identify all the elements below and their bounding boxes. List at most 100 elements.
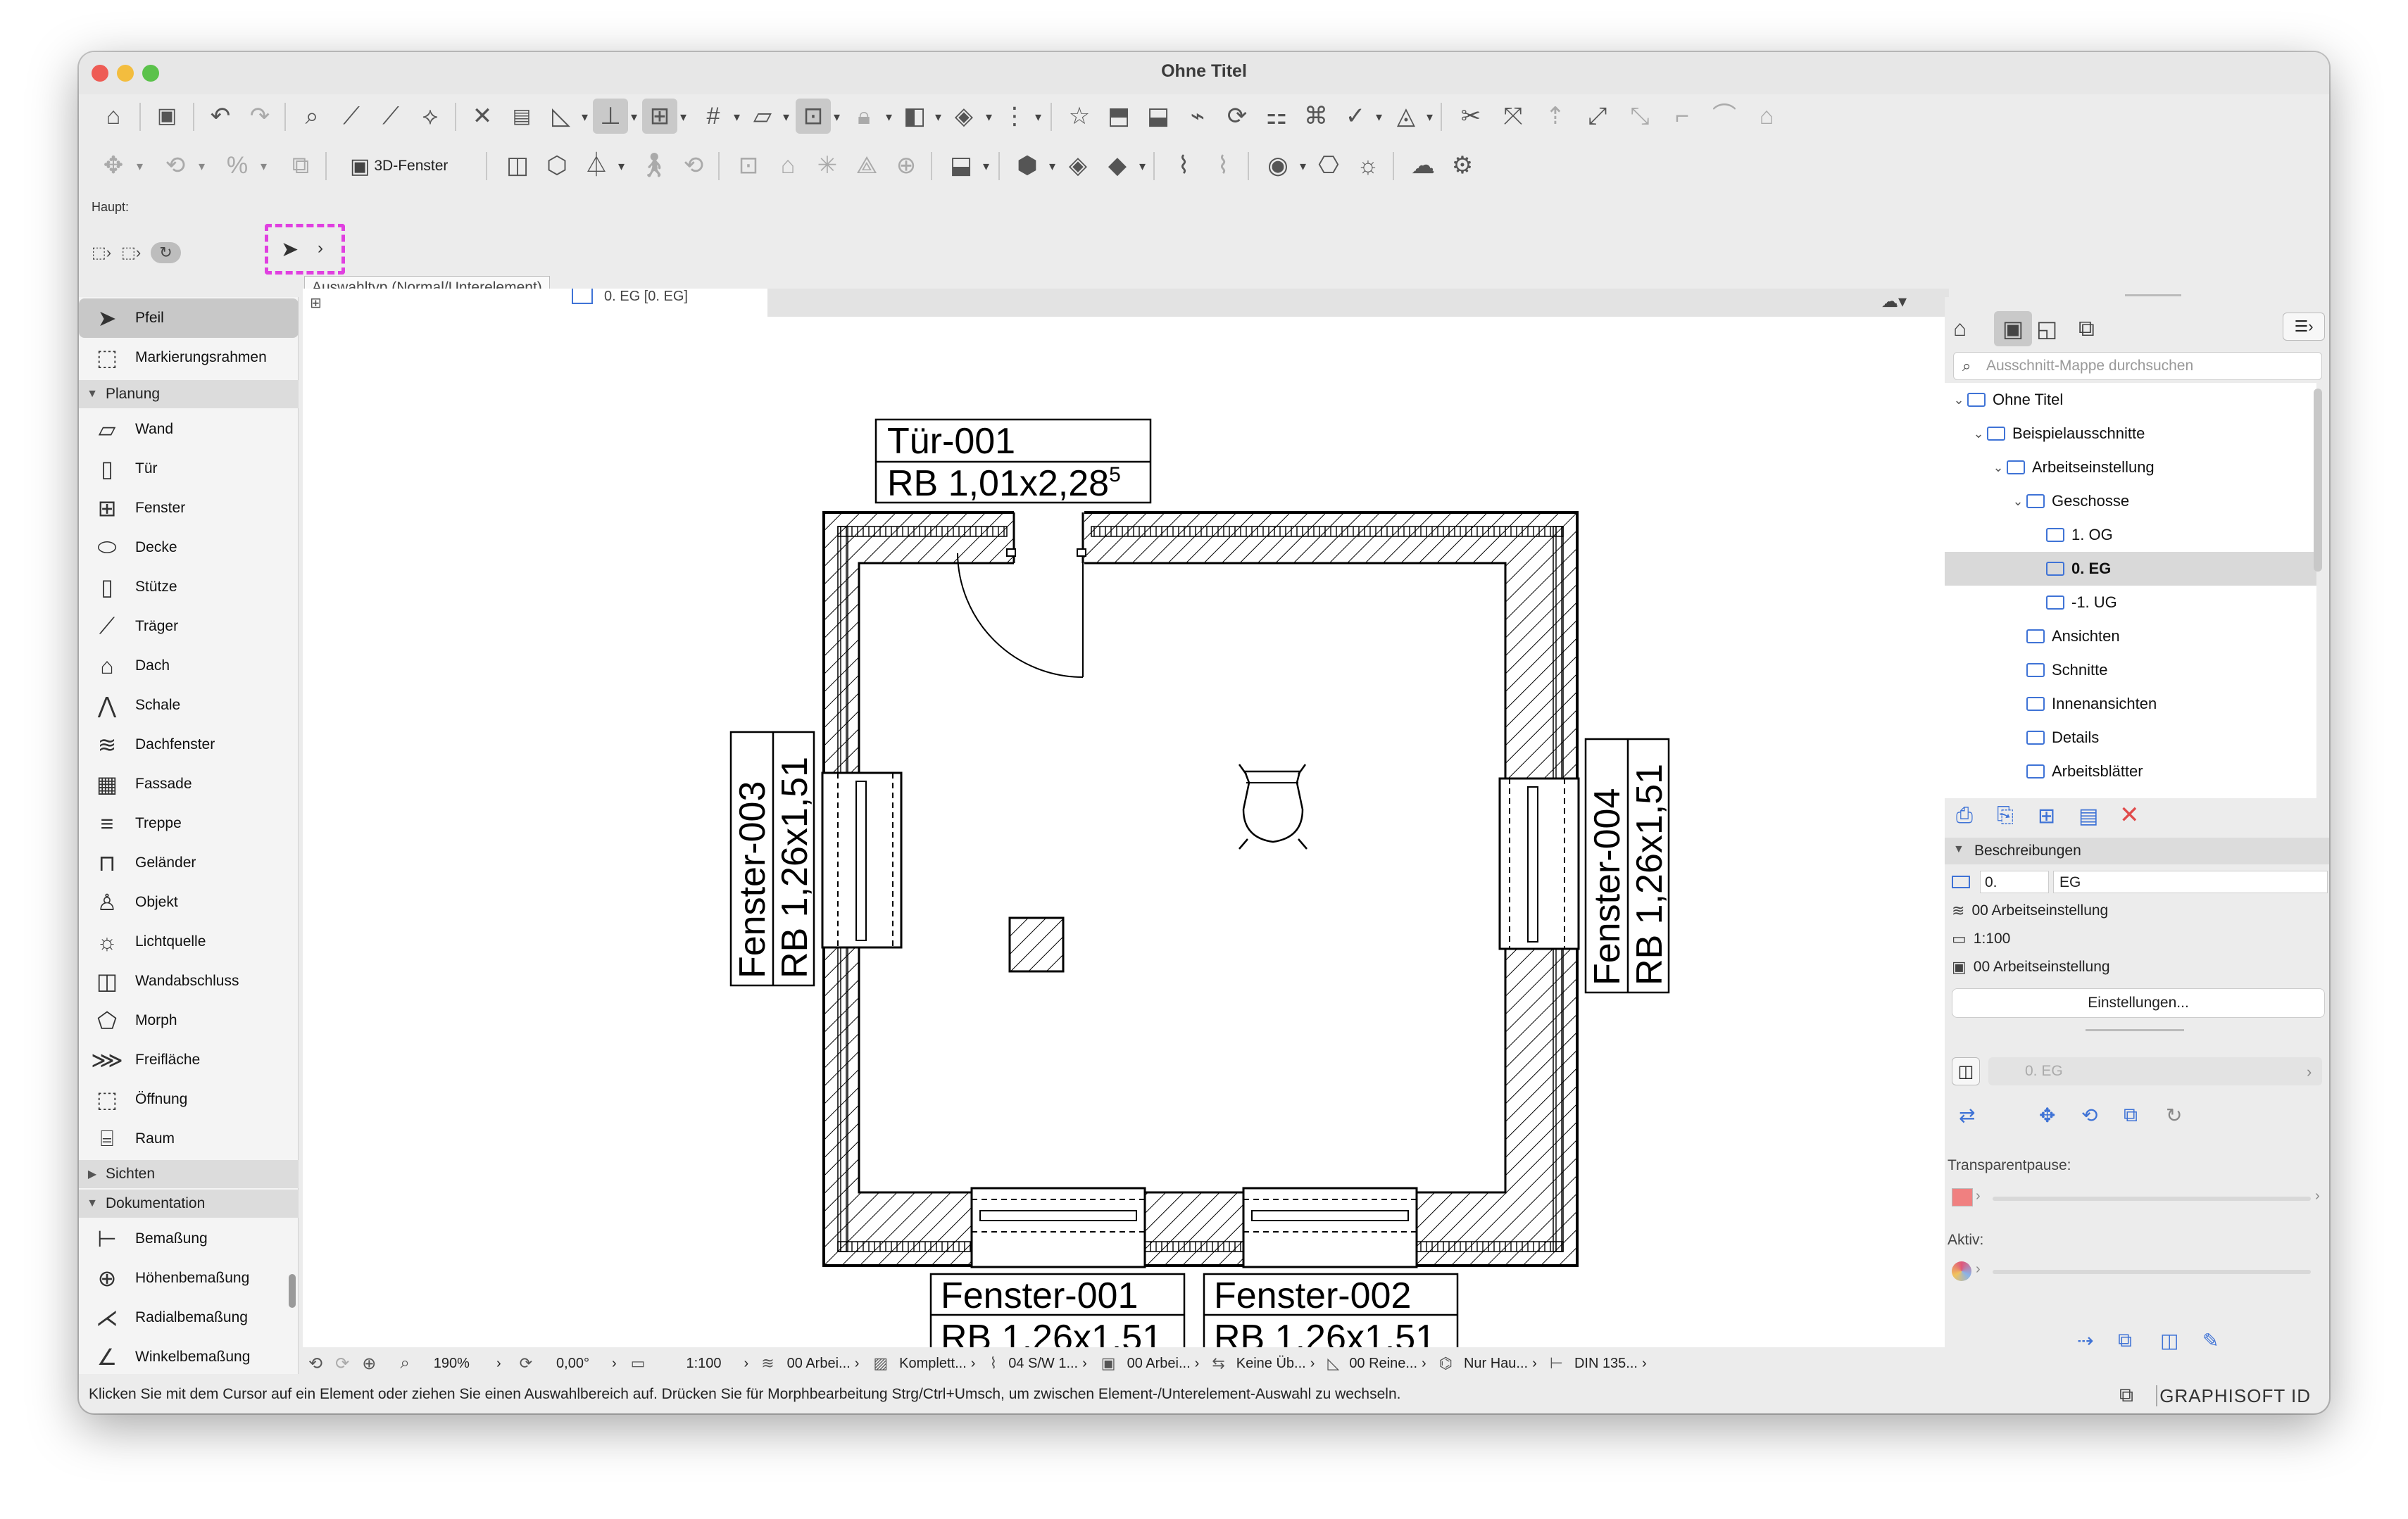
chevron-right-icon[interactable]: › — [1195, 1356, 1200, 1372]
graphisoft-id-button[interactable]: GRAPHISOFT ID — [2159, 1385, 2311, 1407]
zoom-forward-icon[interactable]: ⟳ — [335, 1354, 349, 1374]
suspend-groups-icon[interactable]: ⊡ — [796, 99, 831, 134]
column-object[interactable] — [1008, 916, 1065, 973]
tool-treppe[interactable]: ≡ Treppe — [79, 804, 299, 843]
tool-tür[interactable]: ▯ Tür — [79, 449, 299, 489]
duplicate-icon[interactable]: ⧉ — [283, 148, 318, 183]
chevron-right-icon[interactable]: › — [2315, 1188, 2320, 1204]
tree-item[interactable]: ⌄ Arbeitseinstellung — [1945, 450, 2316, 484]
scale-value[interactable]: 1:100 — [686, 1356, 721, 1372]
scale-row[interactable]: ▭ 1:100 — [1945, 926, 2329, 952]
cutaway-icon[interactable]: ⊡ — [731, 148, 766, 183]
toolbox-scrollbar[interactable] — [289, 1274, 296, 1308]
chevron-down-icon[interactable]: ▾ — [983, 159, 989, 174]
canvas-tab[interactable]: ⊞ 0. EG [0. EG] — [303, 289, 767, 317]
chevron-down-icon[interactable]: ▾ — [1035, 110, 1041, 125]
gravity-icon[interactable]: ⊞ — [642, 99, 677, 134]
dimension-combo[interactable]: DIN 135... — [1574, 1356, 1638, 1372]
show-icon[interactable]: ⊕ — [889, 148, 924, 183]
grid-snap-icon[interactable]: # — [696, 99, 731, 134]
door-label[interactable]: Tür-001 RB 1,01x2,285 — [874, 418, 1152, 504]
window-bottom-2-label[interactable]: Fenster-002 RB 1,26x1,51 — [1203, 1273, 1459, 1359]
tree-scrollbar[interactable] — [2314, 389, 2322, 572]
zoom-in-icon[interactable]: ⊕ — [362, 1354, 376, 1374]
tree-item[interactable]: 0. EG — [1945, 552, 2316, 586]
move-icon[interactable]: ✥ — [96, 148, 131, 183]
selection-method-icon[interactable]: ⬚› — [92, 244, 111, 262]
marquee-shape-icon[interactable]: ⬚› — [121, 244, 141, 262]
magic-wand-icon[interactable]: ⟡ — [413, 99, 448, 134]
view-map-icon[interactable]: ▣ — [1994, 311, 2032, 346]
inject-icon[interactable]: ⟋ — [373, 99, 408, 134]
home-icon[interactable]: ⌂ — [96, 99, 131, 134]
new-view-icon[interactable]: ⎙ — [1956, 804, 1973, 828]
chevron-down-icon[interactable]: ▾ — [734, 110, 740, 125]
chevron-down-icon[interactable]: ▾ — [986, 110, 992, 125]
renovation-combo[interactable]: 00 Reine... — [1349, 1356, 1417, 1372]
settings-button[interactable]: Einstellungen... — [1952, 988, 2325, 1018]
view-settings-icon[interactable]: ▤ — [2078, 804, 2098, 828]
resize-icon[interactable]: ⤢ — [1580, 99, 1615, 134]
layer-combo[interactable]: 00 Arbei... — [787, 1356, 851, 1372]
window-bottom-1-label[interactable]: Fenster-001 RB 1,26x1,51 — [929, 1273, 1186, 1359]
plan-icon[interactable]: ⬓ — [1141, 99, 1176, 134]
model-view-row[interactable]: ▣ 00 Arbeitseinstellung — [1945, 954, 2329, 980]
walk-icon[interactable]: 🚶︎ — [637, 148, 672, 183]
layer-combo-row[interactable]: ≋ 00 Arbeitseinstellung — [1945, 898, 2329, 924]
tool-dach[interactable]: ⌂ Dach — [79, 646, 299, 686]
tool-fassade[interactable]: ▦ Fassade — [79, 764, 299, 804]
chevron-down-icon[interactable]: ▾ — [680, 110, 686, 125]
curve-icon[interactable]: ⌒ — [1707, 99, 1742, 134]
tool-dachfenster[interactable]: ≋ Dachfenster — [79, 725, 299, 764]
structure-combo[interactable]: Nur Hau... — [1464, 1356, 1528, 1372]
chevron-right-icon[interactable]: › — [612, 1356, 617, 1372]
properties-header[interactable]: ▼ Beschreibungen — [1945, 838, 2329, 864]
tool-stütze[interactable]: ▯ Stütze — [79, 567, 299, 607]
cut-icon[interactable]: ✂ — [1453, 99, 1488, 134]
tree-item[interactable]: Ansichten — [1945, 619, 2316, 653]
orbit-icon[interactable]: ⟲ — [676, 148, 711, 183]
save-icon[interactable]: ▣ — [149, 99, 184, 134]
window-bottom-1[interactable] — [970, 1187, 1146, 1268]
chevron-down-icon[interactable]: ▾ — [1300, 159, 1306, 174]
render-icon[interactable]: ⎔ — [1311, 148, 1346, 183]
transparency-slider[interactable] — [1993, 1197, 2311, 1201]
chevron-down-icon[interactable]: ▾ — [886, 110, 892, 125]
layers-icon[interactable]: ◧ — [897, 99, 932, 134]
tool-pfeil[interactable]: ➤ Pfeil — [79, 298, 299, 338]
clone-view-icon[interactable]: ⎘ — [1997, 804, 2014, 828]
view-name-field[interactable]: EG — [2053, 871, 2328, 893]
fillet-icon[interactable]: ⌐ — [1664, 99, 1700, 134]
view-id-field[interactable]: 0. — [1980, 871, 2049, 893]
color-wheel-icon[interactable] — [1952, 1261, 1971, 1281]
window-left[interactable] — [821, 771, 903, 949]
reference-duplicate-icon[interactable]: ⧉ — [2118, 1329, 2132, 1352]
tree-item[interactable]: -1. UG — [1945, 586, 2316, 619]
schedule-icon[interactable]: ⚏ — [1259, 99, 1294, 134]
tree-item[interactable]: Schnitte — [1945, 653, 2316, 687]
zoom-value[interactable]: 190% — [434, 1356, 470, 1372]
tag-icon[interactable]: ⌘ — [1298, 99, 1334, 134]
project-map-icon[interactable]: ⌂ — [1953, 315, 1967, 341]
tool-schale[interactable]: ⋀ Schale — [79, 686, 299, 725]
modify-icon[interactable]: ⤧ — [1495, 99, 1531, 134]
tool-morph[interactable]: ⬠ Morph — [79, 1001, 299, 1040]
tool-objekt[interactable]: ♙ Objekt — [79, 883, 299, 922]
section-icon[interactable]: ◫ — [500, 148, 535, 183]
chevron-down-icon[interactable]: ▾ — [137, 159, 143, 174]
chevron-right-icon[interactable]: › — [1976, 1188, 1981, 1204]
percent-icon[interactable]: % — [220, 148, 255, 183]
chevron-down-icon[interactable]: ▾ — [261, 159, 267, 174]
view-map-search-input[interactable]: ⌕ Ausschnitt-Mappe durchsuchen — [1953, 352, 2322, 380]
hide-icon[interactable]: ⟁ — [849, 148, 884, 183]
tool-freifläche[interactable]: ⋙ Freifläche — [79, 1040, 299, 1080]
override-combo[interactable]: Keine Üb... — [1236, 1356, 1306, 1372]
tool-decke[interactable]: ⬭ Decke — [79, 528, 299, 567]
delete-icon[interactable]: ✕ — [2119, 801, 2140, 829]
tool-höhenbemaßung[interactable]: ⊕ Höhenbemaßung — [79, 1259, 299, 1298]
trace-color-swatch[interactable] — [1952, 1188, 1973, 1206]
rotate-trace-icon[interactable]: ⟲ — [2081, 1104, 2097, 1127]
pen-set-combo[interactable]: 04 S/W 1... — [1008, 1356, 1078, 1372]
magic-wand-toggle-icon[interactable]: ↻ — [151, 242, 181, 263]
window-right-label[interactable]: Fenster-004 RB 1,26x1,51 — [1584, 738, 1670, 994]
